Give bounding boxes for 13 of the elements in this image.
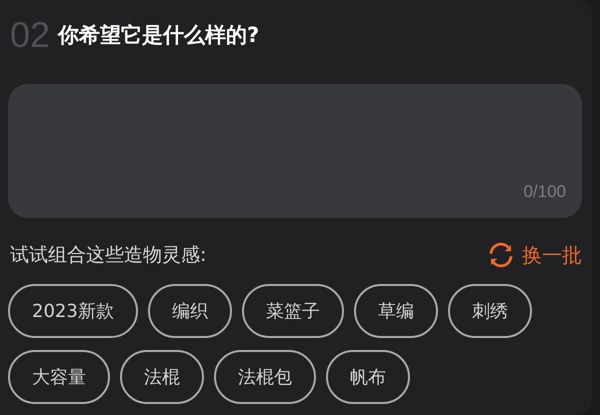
question-title: 你希望它是什么样的?	[58, 22, 260, 49]
tag-chip[interactable]: 编织	[148, 284, 232, 338]
tag-chip[interactable]: 草编	[354, 284, 438, 338]
character-counter: 0/100	[523, 182, 566, 202]
tag-chip[interactable]: 刺绣	[448, 284, 532, 338]
tag-chip[interactable]: 法棍包	[214, 350, 316, 404]
tag-chip[interactable]: 帆布	[326, 350, 410, 404]
tag-chip[interactable]: 法棍	[120, 350, 204, 404]
tag-chip[interactable]: 菜篮子	[242, 284, 344, 338]
suggestion-hint: 试试组合这些造物灵感:	[9, 243, 206, 268]
refresh-button[interactable]: 换一批	[486, 240, 582, 270]
tag-chip[interactable]: 2023新款	[8, 284, 138, 338]
tag-chip[interactable]: 大容量	[8, 350, 110, 404]
